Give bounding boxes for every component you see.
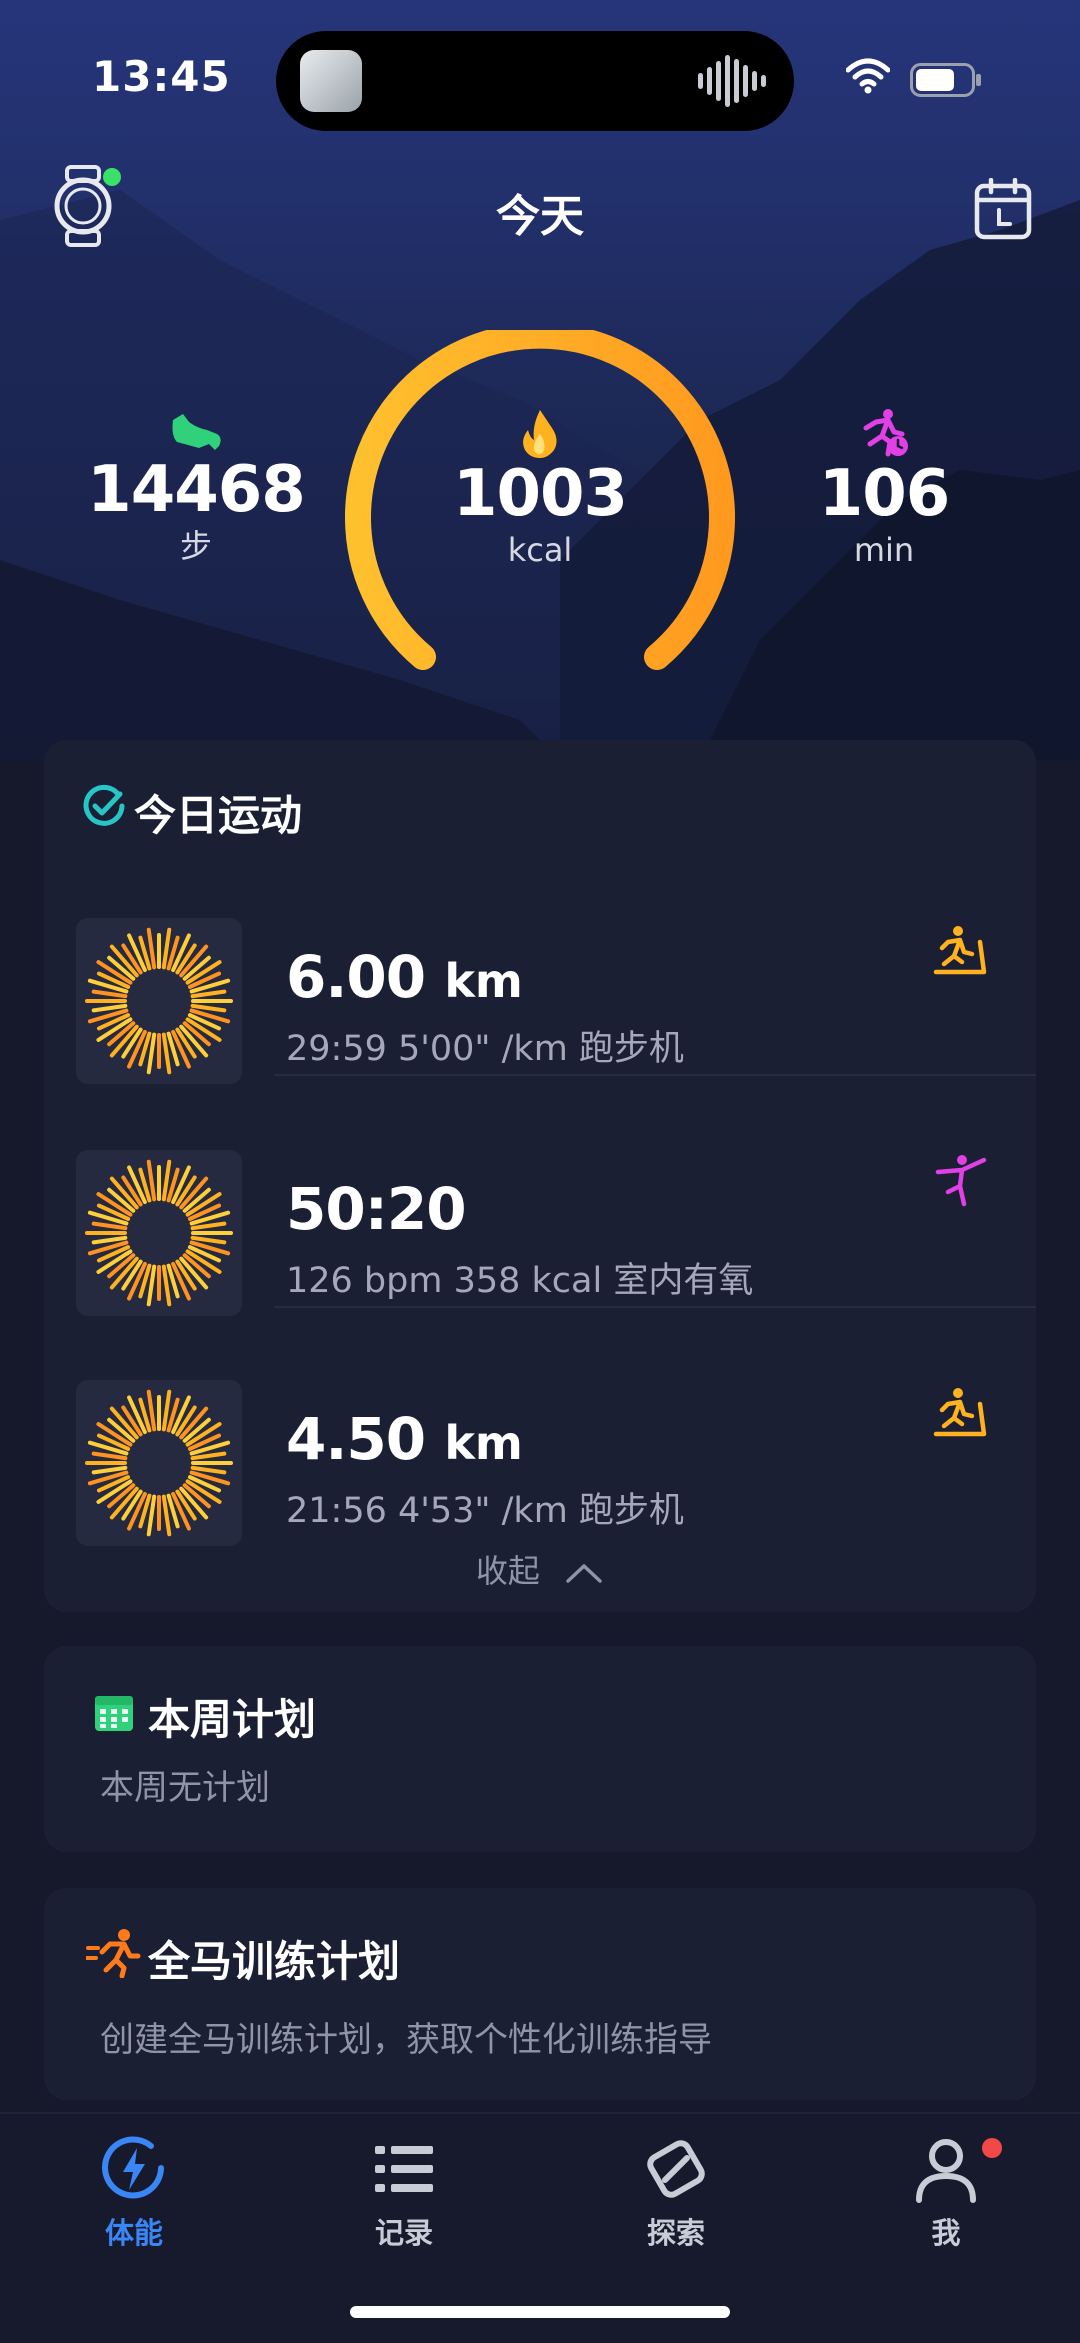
weekly-plan-card[interactable]: 本周计划 本周无计划	[44, 1646, 1036, 1852]
page-title: 今天	[496, 191, 584, 242]
today-activity-card: 今日运动 6.00 km 29:59 5'00" /km 跑步机 50:20 1…	[44, 740, 1036, 1612]
today-activity-title: 今日运动	[134, 791, 303, 840]
collapse-button[interactable]: 收起	[44, 1546, 1036, 1592]
sunburst-ray	[190, 1221, 227, 1231]
battery-icon	[910, 63, 981, 97]
notification-badge	[982, 2138, 1002, 2158]
compass-icon	[647, 2140, 705, 2198]
activity-unit: km	[444, 954, 523, 1008]
sunburst-ray	[146, 1264, 157, 1307]
sunburst-ray	[161, 1032, 172, 1075]
treadmill-icon	[933, 926, 987, 975]
person-icon	[916, 2139, 976, 2203]
list-icon	[375, 2146, 433, 2192]
sunburst-ray	[161, 927, 172, 970]
activity-row[interactable]: 50:20 126 bpm 358 kcal 室内有氧	[44, 1112, 1036, 1332]
weekly-plan-title: 本周计划	[148, 1695, 317, 1744]
weekly-plan-subtitle: 本周无计划	[100, 1768, 270, 1808]
marathon-plan-subtitle: 创建全马训练计划，获取个性化训练指导	[100, 2020, 712, 2060]
steps-unit: 步	[179, 527, 212, 565]
activity-unit: km	[444, 1416, 523, 1470]
yoga-pose-icon	[935, 1155, 987, 1207]
activity-sunburst-thumbnail	[76, 1150, 242, 1316]
status-time: 13:45	[92, 52, 231, 101]
check-circle-icon	[83, 784, 125, 826]
activity-detail: 29:59 5'00" /km 跑步机	[286, 1029, 684, 1069]
sunburst-ray	[161, 1264, 172, 1307]
tab-label: 我	[931, 2216, 961, 2250]
activity-sunburst-thumbnail	[76, 918, 242, 1084]
calendar-icon[interactable]	[974, 178, 1032, 240]
activity-distance: 6.00	[286, 943, 426, 1011]
sunburst-ray	[91, 989, 128, 999]
sunburst-ray	[91, 1235, 128, 1245]
treadmill-icon	[933, 1388, 987, 1437]
shoe-icon	[172, 414, 221, 450]
row-divider	[274, 1074, 1036, 1076]
row-divider	[274, 1306, 1036, 1308]
sunburst-ray	[161, 1494, 172, 1537]
dynamic-island[interactable]	[276, 31, 794, 131]
lightning-icon	[102, 2136, 164, 2199]
activity-detail: 126 bpm 358 kcal 室内有氧	[286, 1261, 754, 1301]
activity-duration: 50:20	[286, 1175, 467, 1243]
activity-detail: 21:56 4'53" /km 跑步机	[286, 1491, 684, 1531]
sunburst-ray	[91, 1465, 128, 1475]
sunburst-ray	[190, 1235, 227, 1245]
activity-main-value: 50:20	[286, 1175, 467, 1246]
tab-label: 记录	[374, 2216, 433, 2250]
sunburst-ray	[190, 1003, 227, 1013]
sunburst-ray	[161, 1159, 172, 1202]
home-indicator	[350, 2306, 730, 2318]
active-minutes-metric[interactable]: 106 min	[764, 408, 1004, 570]
sunburst-icon	[85, 927, 233, 1075]
activity-sunburst-thumbnail	[76, 1380, 242, 1546]
calories-metric[interactable]: 1003 kcal	[420, 408, 660, 570]
flame-icon	[523, 410, 557, 458]
tab-label: 探索	[646, 2216, 705, 2250]
sunburst-ray	[146, 1389, 157, 1432]
sunburst-ray	[190, 1451, 227, 1461]
runner-icon	[86, 1929, 141, 1978]
tab-me[interactable]: 我	[846, 2122, 1046, 2252]
sunburst-icon	[85, 1389, 233, 1537]
sunburst-ray	[146, 927, 157, 970]
active-minutes-unit: min	[853, 531, 915, 569]
live-activity-thumbnail	[300, 50, 362, 112]
tab-explore[interactable]: 探索	[576, 2122, 776, 2252]
sunburst-ray	[91, 1451, 128, 1461]
calories-unit: kcal	[507, 531, 573, 569]
active-minutes-value: 106	[818, 457, 951, 531]
collapse-label: 收起	[475, 1552, 540, 1590]
sunburst-ray	[190, 1465, 227, 1475]
running-timer-icon	[863, 409, 908, 457]
sunburst-ray	[146, 1494, 157, 1537]
activity-row[interactable]: 4.50 km 21:56 4'53" /km 跑步机	[44, 1342, 1036, 1562]
wifi-icon	[846, 58, 890, 94]
audio-waveform-icon	[698, 55, 766, 107]
steps-value: 14468	[87, 453, 306, 527]
sunburst-ray	[91, 1003, 128, 1013]
calories-value: 1003	[452, 457, 628, 531]
activity-main-value: 4.50 km	[286, 1406, 523, 1476]
chevron-up-icon	[566, 1564, 602, 1583]
tab-records[interactable]: 记录	[304, 2122, 504, 2252]
marathon-plan-card[interactable]: 全马训练计划 创建全马训练计划，获取个性化训练指导	[44, 1888, 1036, 2100]
steps-metric[interactable]: 14468 步	[76, 408, 316, 566]
tab-label: 体能	[104, 2216, 163, 2250]
sunburst-icon	[85, 1159, 233, 1307]
sunburst-ray	[146, 1032, 157, 1075]
activity-row[interactable]: 6.00 km 29:59 5'00" /km 跑步机	[44, 880, 1036, 1100]
sunburst-ray	[91, 1221, 128, 1231]
calendar-grid-icon	[95, 1696, 133, 1731]
marathon-plan-title: 全马训练计划	[148, 1937, 401, 1986]
sunburst-ray	[146, 1159, 157, 1202]
tab-fitness[interactable]: 体能	[34, 2122, 234, 2252]
sunburst-ray	[190, 989, 227, 999]
activity-distance: 4.50	[286, 1405, 426, 1473]
activity-main-value: 6.00 km	[286, 944, 523, 1014]
sunburst-ray	[161, 1389, 172, 1432]
